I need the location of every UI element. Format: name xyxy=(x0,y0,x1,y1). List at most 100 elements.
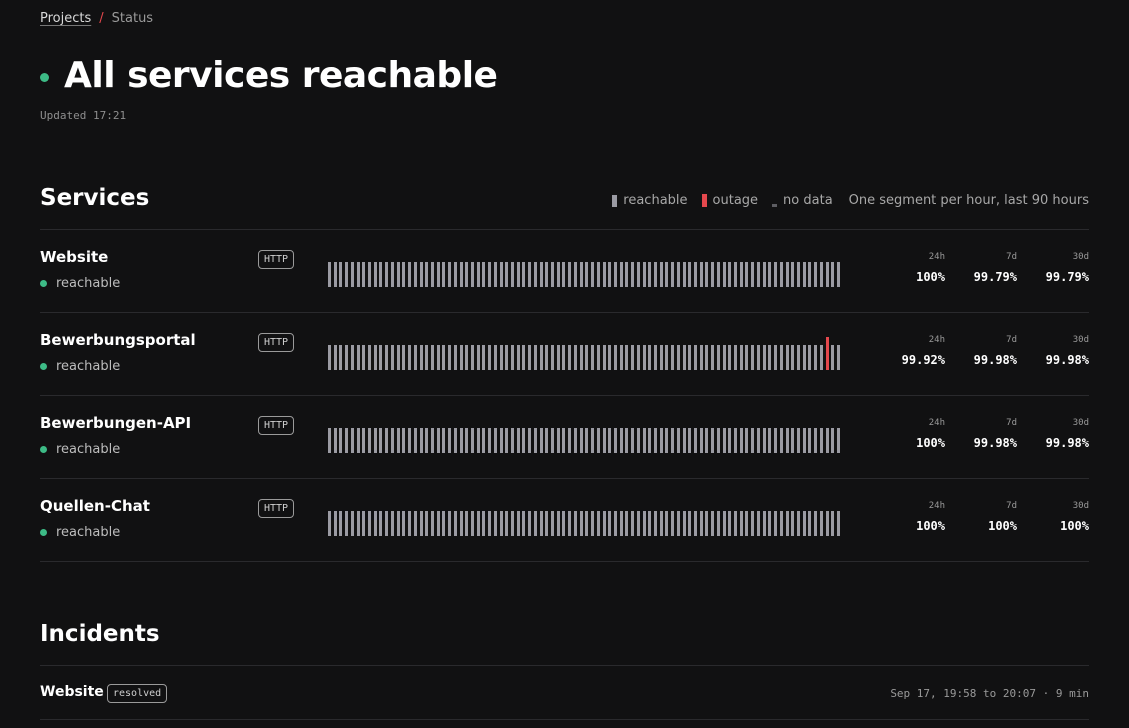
uptime-segment[interactable] xyxy=(636,262,640,287)
uptime-segment[interactable] xyxy=(734,262,738,287)
uptime-segment[interactable] xyxy=(368,345,372,370)
uptime-segment[interactable] xyxy=(734,428,738,453)
uptime-segment[interactable] xyxy=(671,262,675,287)
uptime-segment[interactable] xyxy=(556,262,560,287)
uptime-segment[interactable] xyxy=(419,345,423,370)
uptime-segment[interactable] xyxy=(533,428,537,453)
uptime-segment[interactable] xyxy=(545,428,549,453)
uptime-segment[interactable] xyxy=(779,262,783,287)
uptime-segment[interactable] xyxy=(413,345,417,370)
uptime-segment[interactable] xyxy=(699,345,703,370)
uptime-segment[interactable] xyxy=(671,345,675,370)
uptime-segment[interactable] xyxy=(333,345,337,370)
uptime-segment[interactable] xyxy=(436,262,440,287)
uptime-segment[interactable] xyxy=(653,511,657,536)
uptime-segment[interactable] xyxy=(831,345,835,370)
uptime-segment[interactable] xyxy=(642,345,646,370)
uptime-segment[interactable] xyxy=(694,262,697,287)
uptime-segment[interactable] xyxy=(511,345,514,370)
uptime-segment[interactable] xyxy=(659,345,663,370)
uptime-segment[interactable] xyxy=(539,511,543,536)
uptime-segment[interactable] xyxy=(602,511,606,536)
uptime-segment[interactable] xyxy=(551,428,555,453)
uptime-segment[interactable] xyxy=(528,262,532,287)
uptime-segment[interactable] xyxy=(470,428,474,453)
uptime-segment[interactable] xyxy=(676,345,680,370)
uptime-segment[interactable] xyxy=(328,262,331,287)
uptime-segment[interactable] xyxy=(511,262,514,287)
uptime-segment[interactable] xyxy=(705,345,709,370)
uptime-segment[interactable] xyxy=(505,262,509,287)
uptime-segment[interactable] xyxy=(682,428,686,453)
uptime-segment[interactable] xyxy=(339,262,343,287)
uptime-segment[interactable] xyxy=(396,428,400,453)
uptime-segment[interactable] xyxy=(470,262,474,287)
uptime-segment[interactable] xyxy=(539,428,543,453)
uptime-segment[interactable] xyxy=(648,262,652,287)
uptime-segment[interactable] xyxy=(488,428,492,453)
uptime-segment[interactable] xyxy=(562,511,566,536)
uptime-segment[interactable] xyxy=(402,262,406,287)
uptime-segment[interactable] xyxy=(751,262,755,287)
uptime-segment[interactable] xyxy=(802,428,806,453)
uptime-segment[interactable] xyxy=(836,345,840,370)
uptime-segment[interactable] xyxy=(368,428,372,453)
uptime-segment[interactable] xyxy=(756,345,760,370)
service-row[interactable]: Bewerbungsportal reachable HTTP 24h 99.9… xyxy=(40,313,1089,396)
uptime-segment[interactable] xyxy=(636,428,640,453)
uptime-segment[interactable] xyxy=(522,262,526,287)
uptime-segment[interactable] xyxy=(814,428,818,453)
uptime-segment[interactable] xyxy=(493,428,497,453)
uptime-segment[interactable] xyxy=(448,428,452,453)
uptime-segment[interactable] xyxy=(665,345,669,370)
uptime-segment[interactable] xyxy=(408,345,412,370)
uptime-segment[interactable] xyxy=(642,262,646,287)
uptime-segment[interactable] xyxy=(430,511,434,536)
uptime-segment[interactable] xyxy=(505,428,509,453)
uptime-segment[interactable] xyxy=(825,511,829,536)
uptime-segment[interactable] xyxy=(573,262,577,287)
uptime-segment[interactable] xyxy=(768,262,772,287)
uptime-segment[interactable] xyxy=(825,262,829,287)
uptime-segment[interactable] xyxy=(482,428,486,453)
uptime-segment[interactable] xyxy=(642,428,646,453)
uptime-segment[interactable] xyxy=(665,428,669,453)
uptime-segment[interactable] xyxy=(345,428,349,453)
uptime-segment[interactable] xyxy=(430,428,434,453)
uptime-segment[interactable] xyxy=(533,345,537,370)
uptime-segment[interactable] xyxy=(579,262,583,287)
uptime-segment[interactable] xyxy=(791,262,795,287)
uptime-segment[interactable] xyxy=(688,428,692,453)
uptime-segment[interactable] xyxy=(459,262,463,287)
uptime-segment[interactable] xyxy=(556,511,560,536)
uptime-segment[interactable] xyxy=(402,345,406,370)
uptime-segment[interactable] xyxy=(642,511,646,536)
uptime-segment[interactable] xyxy=(648,511,652,536)
uptime-segment[interactable] xyxy=(385,345,389,370)
uptime-segment[interactable] xyxy=(688,511,692,536)
uptime-segment[interactable] xyxy=(705,428,709,453)
uptime-segment[interactable] xyxy=(613,428,617,453)
uptime-segment[interactable] xyxy=(465,345,469,370)
uptime-segment[interactable] xyxy=(596,428,600,453)
uptime-segment[interactable] xyxy=(779,428,783,453)
uptime-segment[interactable] xyxy=(596,511,600,536)
uptime-segment[interactable] xyxy=(328,511,331,536)
uptime-segment[interactable] xyxy=(774,511,778,536)
uptime-segment[interactable] xyxy=(476,428,480,453)
uptime-segment[interactable] xyxy=(585,345,589,370)
uptime-segment[interactable] xyxy=(373,345,377,370)
uptime-segment[interactable] xyxy=(694,428,697,453)
uptime-segment[interactable] xyxy=(745,511,749,536)
uptime-segment[interactable] xyxy=(465,262,469,287)
uptime-segment[interactable] xyxy=(545,345,549,370)
uptime-segment[interactable] xyxy=(585,511,589,536)
uptime-segment[interactable] xyxy=(385,262,389,287)
uptime-segment[interactable] xyxy=(350,511,354,536)
uptime-segment[interactable] xyxy=(676,262,680,287)
uptime-segment[interactable] xyxy=(568,345,572,370)
uptime-segment[interactable] xyxy=(739,511,743,536)
uptime-segment[interactable] xyxy=(659,511,663,536)
uptime-segment[interactable] xyxy=(533,262,537,287)
uptime-segment[interactable] xyxy=(465,428,469,453)
